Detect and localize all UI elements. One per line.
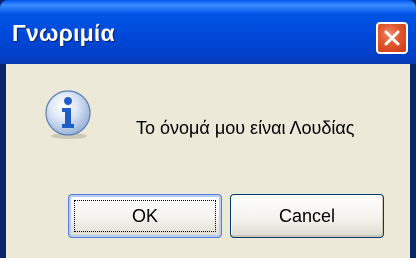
focus-ring — [74, 200, 216, 232]
cancel-button[interactable]: Cancel — [230, 194, 384, 238]
dialog-body: Το όνομά μου είναι Λουδίας OK Cancel — [6, 64, 410, 258]
window-title: Γνωριμία — [12, 20, 115, 46]
title-bar[interactable]: Γνωριμία — [0, 0, 416, 64]
message-box-window: Γνωριμία Το όνομά μου είναι Λουδίας OK C… — [0, 0, 416, 258]
message-text: Το όνομά μου είναι Λουδίας — [136, 118, 355, 138]
cancel-button-label: Cancel — [278, 205, 336, 226]
close-icon — [384, 30, 400, 46]
ok-button[interactable]: OK — [68, 194, 222, 238]
information-icon — [45, 90, 91, 139]
close-button[interactable] — [376, 22, 408, 54]
